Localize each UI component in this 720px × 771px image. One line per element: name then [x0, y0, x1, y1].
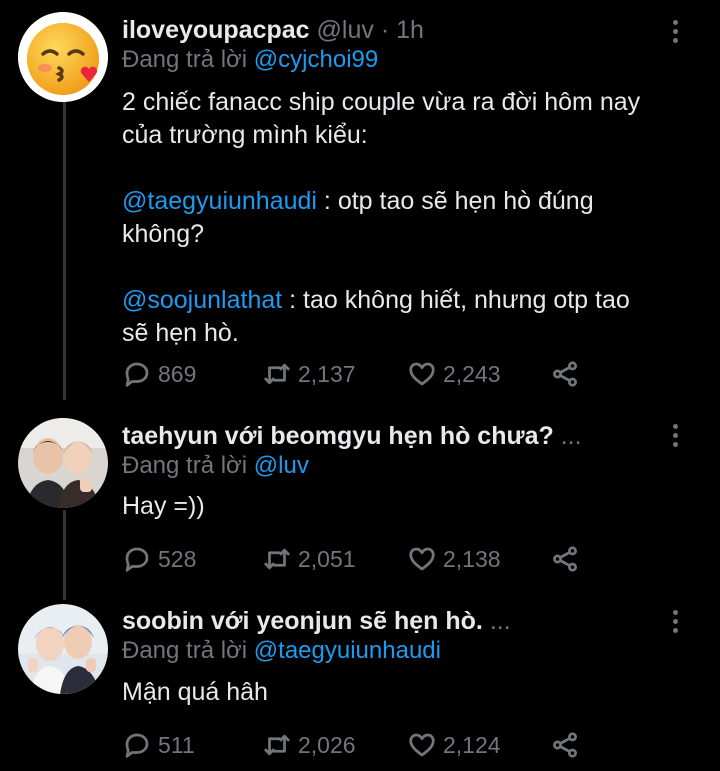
retweet-icon	[264, 734, 290, 756]
share-icon	[553, 732, 577, 758]
reply-button[interactable]: 869	[122, 356, 196, 392]
timestamp[interactable]: · 1h	[381, 16, 424, 44]
avatar[interactable]	[18, 418, 108, 508]
like-count: 2,138	[443, 545, 501, 572]
retweet-count: 2,137	[298, 360, 356, 387]
heart-icon	[409, 547, 435, 571]
reply-to-mention[interactable]: @cyjchoi99	[254, 46, 378, 73]
avatar[interactable]	[18, 12, 108, 102]
avatar[interactable]	[18, 604, 108, 694]
text-line: của trường mình kiểu:	[122, 121, 368, 149]
like-count: 2,124	[443, 731, 501, 758]
share-button[interactable]	[550, 356, 586, 392]
text-segment: : tao không hiết, nhưng otp tao	[282, 286, 630, 314]
text-line: @soojunlathat : tao không hiết, nhưng ot…	[122, 284, 682, 317]
retweet-icon	[264, 548, 290, 570]
kissing-face-emoji	[18, 12, 108, 102]
tweet[interactable]: soobin với yeonjun sẽ hẹn hò. ... Đang t…	[0, 598, 720, 768]
more-vertical-icon[interactable]	[668, 20, 682, 50]
like-count: 2,243	[443, 360, 501, 387]
mention-link[interactable]: @soojunlathat	[122, 286, 282, 314]
heart-icon	[409, 362, 435, 386]
reply-prefix: Đang trả lời	[122, 46, 248, 73]
tweet-text: 2 chiếc fanacc ship couple vừa ra đời hô…	[122, 86, 682, 350]
reply-icon	[125, 547, 149, 572]
retweet-icon	[264, 363, 290, 385]
reply-button[interactable]: 511	[122, 727, 195, 763]
like-button[interactable]: 2,243	[407, 356, 501, 392]
text-line: Mận quá hâh	[122, 678, 268, 706]
handle[interactable]: @luv	[317, 16, 374, 44]
reply-count: 528	[158, 545, 197, 572]
profile-photo	[18, 418, 108, 508]
display-name[interactable]: taehyun với beomgyu hẹn hò chưa?	[122, 422, 554, 450]
share-icon	[553, 361, 577, 387]
mention-link[interactable]: @taegyuiunhaudi	[122, 187, 317, 215]
reply-icon	[125, 362, 149, 387]
more-vertical-icon[interactable]	[668, 424, 682, 454]
reply-prefix: Đang trả lời	[122, 637, 248, 664]
reply-icon	[125, 733, 149, 758]
tweet[interactable]: iloveyoupacpac @luv · 1h Đang trả lời @c…	[0, 10, 720, 400]
share-button[interactable]	[550, 541, 586, 577]
like-button[interactable]: 2,138	[407, 541, 501, 577]
text-line: không?	[122, 220, 205, 248]
like-button[interactable]: 2,124	[407, 727, 501, 763]
reply-to-mention[interactable]: @luv	[254, 452, 309, 479]
retweet-button[interactable]: 2,026	[262, 727, 356, 763]
name-ellipsis: ...	[560, 422, 582, 450]
retweet-button[interactable]: 2,051	[262, 541, 356, 577]
name-ellipsis: ...	[489, 607, 511, 635]
tweet-text: Hay =))	[122, 490, 682, 523]
text-line: sẽ hẹn hò.	[122, 319, 239, 347]
reply-context: Đang trả lời @taegyuiunhaudi	[122, 635, 441, 667]
retweet-count: 2,051	[298, 545, 356, 572]
reply-count: 511	[158, 731, 195, 758]
action-bar: 528 2,051 2,138	[122, 541, 592, 577]
share-button[interactable]	[550, 727, 586, 763]
text-line: @taegyuiunhaudi : otp tao sẽ hẹn hò đúng	[122, 185, 682, 218]
reply-button[interactable]: 528	[122, 541, 196, 577]
heart-icon	[409, 733, 435, 757]
more-vertical-icon[interactable]	[668, 610, 682, 640]
retweet-count: 2,026	[298, 731, 356, 758]
reply-count: 869	[158, 360, 197, 387]
reply-to-mention[interactable]: @taegyuiunhaudi	[254, 637, 441, 664]
reply-prefix: Đang trả lời	[122, 452, 248, 479]
action-bar: 511 2,026 2,124	[122, 727, 592, 763]
profile-photo	[18, 604, 108, 694]
text-line: Hay =))	[122, 492, 205, 520]
tweet-text: Mận quá hâh	[122, 676, 682, 709]
text-segment: : otp tao sẽ hẹn hò đúng	[316, 187, 594, 215]
action-bar: 869 2,137 2,243	[122, 356, 592, 392]
display-name[interactable]: soobin với yeonjun sẽ hẹn hò.	[122, 607, 483, 635]
retweet-button[interactable]: 2,137	[262, 356, 356, 392]
text-line: 2 chiếc fanacc ship couple vừa ra đời hô…	[122, 88, 641, 116]
share-icon	[553, 546, 577, 572]
tweet[interactable]: taehyun với beomgyu hẹn hò chưa? ... Đan…	[0, 412, 720, 592]
reply-context: Đang trả lời @cyjchoi99	[122, 44, 378, 76]
display-name[interactable]: iloveyoupacpac	[122, 16, 310, 44]
reply-context: Đang trả lời @luv	[122, 450, 309, 482]
